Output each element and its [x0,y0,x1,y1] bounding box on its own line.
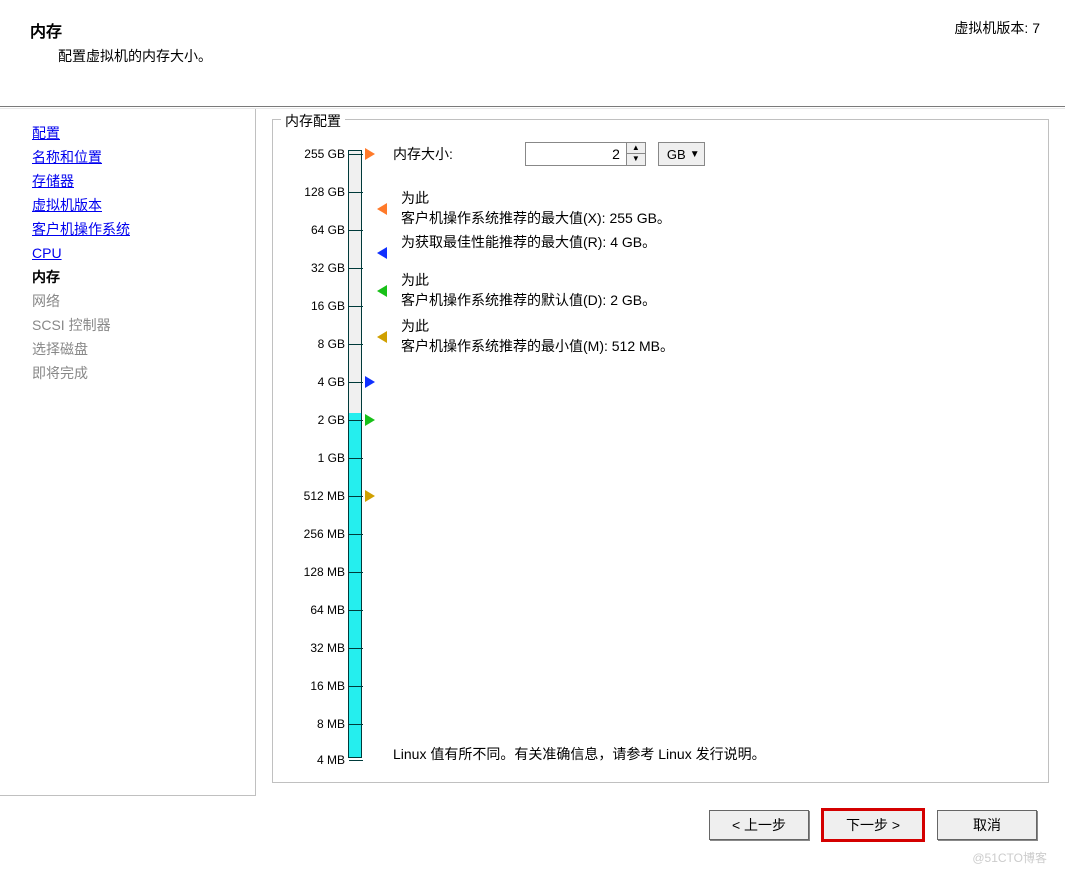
back-button[interactable]: < 上一步 [709,810,809,840]
slider-marker-max [365,148,375,160]
sidebar-item-config[interactable]: 配置 [32,121,245,145]
slider-tick: 4 MB [287,752,345,768]
triangle-perf-icon [377,247,387,259]
wizard-steps-sidebar: 配置 名称和位置 存储器 虚拟机版本 客户机操作系统 CPU 内存 网络 SCS… [0,109,256,796]
cancel-button[interactable]: 取消 [937,810,1037,840]
memory-size-input[interactable] [526,143,626,165]
info-default: 为此客户机操作系统推荐的默认值(D): 2 GB。 [401,270,656,310]
sidebar-item-storage[interactable]: 存储器 [32,169,245,193]
slider-tick: 32 GB [287,260,345,276]
slider-tick: 1 GB [287,450,345,466]
memory-config-group: 内存配置 内存大小: ▲ ▼ GB▼ [272,119,1049,783]
page-title: 内存 [30,18,62,42]
slider-tick: 16 MB [287,678,345,694]
memory-unit-select[interactable]: GB▼ [658,142,705,166]
next-button[interactable]: 下一步 > [823,810,923,840]
slider-tick: 256 MB [287,526,345,542]
triangle-default-icon [377,285,387,297]
watermark: @51CTO博客 [972,849,1047,866]
sidebar-item-guestos[interactable]: 客户机操作系统 [32,217,245,241]
slider-tick: 4 GB [287,374,345,390]
slider-tick: 8 MB [287,716,345,732]
sidebar-item-cpu[interactable]: CPU [32,241,245,265]
slider-tick: 255 GB [287,146,345,162]
triangle-max-icon [377,203,387,215]
slider-tick: 16 GB [287,298,345,314]
sidebar-item-scsi: SCSI 控制器 [32,313,245,337]
sidebar-item-network: 网络 [32,289,245,313]
sidebar-item-name[interactable]: 名称和位置 [32,145,245,169]
wizard-header: 内存 虚拟机版本: 7 配置虚拟机的内存大小。 [0,0,1065,74]
chevron-down-icon: ▼ [690,149,700,160]
info-perf: 为获取最佳性能推荐的最大值(R): 4 GB。 [401,232,656,252]
spin-down-icon[interactable]: ▼ [627,154,645,165]
page-subtitle: 配置虚拟机的内存大小。 [30,46,1050,66]
slider-tick: 64 GB [287,222,345,238]
info-max: 为此客户机操作系统推荐的最大值(X): 255 GB。 [401,188,671,228]
spin-up-icon[interactable]: ▲ [627,143,645,154]
sidebar-item-disk: 选择磁盘 [32,337,245,361]
sidebar-item-ready: 即将完成 [32,361,245,385]
linux-footnote: Linux 值有所不同。有关准确信息，请参考 Linux 发行说明。 [393,744,766,764]
slider-tick: 32 MB [287,640,345,656]
slider-tick: 128 GB [287,184,345,200]
slider-marker-min [365,490,375,502]
memory-size-label: 内存大小: [393,144,453,164]
sidebar-item-memory-current: 内存 [32,265,245,289]
triangle-min-icon [377,331,387,343]
slider-tick: 128 MB [287,564,345,580]
memory-size-spinner[interactable]: ▲ ▼ [525,142,646,166]
slider-tick: 512 MB [287,488,345,504]
slider-marker-perf [365,376,375,388]
slider-tick: 64 MB [287,602,345,618]
fieldset-legend: 内存配置 [281,111,345,131]
slider-tick: 8 GB [287,336,345,352]
vm-version: 虚拟机版本: 7 [954,18,1050,38]
sidebar-item-version[interactable]: 虚拟机版本 [32,193,245,217]
memory-slider[interactable]: 255 GB 128 GB 64 GB 32 GB 16 GB 8 GB 4 GB 2 GB 1… [287,140,387,760]
slider-tick: 2 GB [287,412,345,428]
slider-marker-def [365,414,375,426]
wizard-footer: < 上一步 下一步 > 取消 [0,796,1065,840]
info-min: 为此客户机操作系统推荐的最小值(M): 512 MB。 [401,316,674,356]
